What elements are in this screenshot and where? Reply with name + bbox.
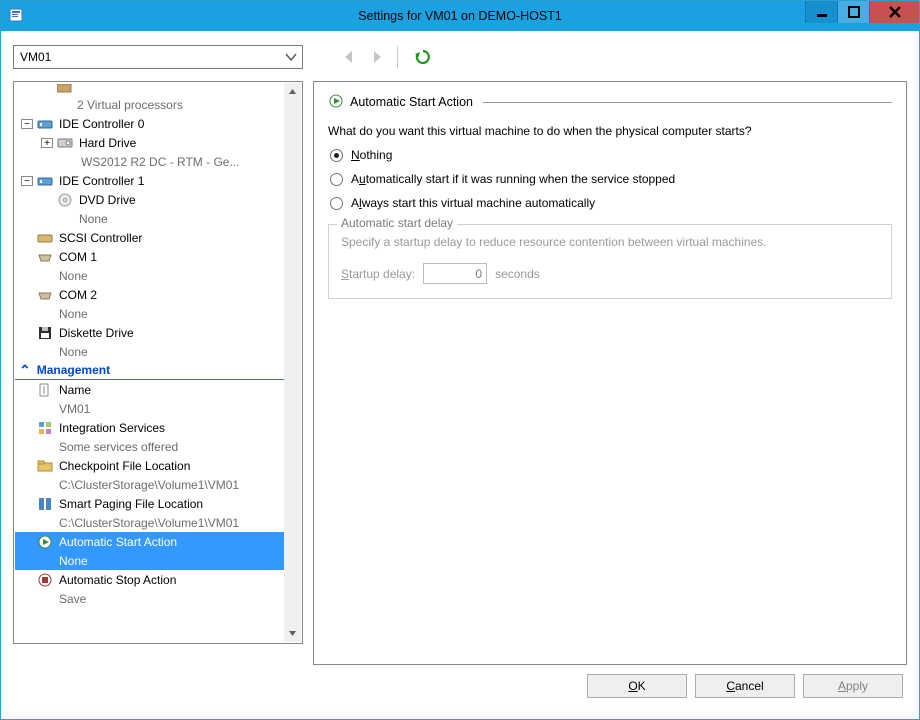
- detail-panel: Automatic Start Action What do you want …: [313, 81, 907, 665]
- vm-selector-value: VM01: [20, 50, 51, 64]
- tree-item-name-sub: VM01: [15, 399, 284, 418]
- tree-item-com2-sub: None: [15, 304, 284, 323]
- tree-item-smartpaging[interactable]: Smart Paging File Location: [15, 494, 284, 513]
- detail-title: Automatic Start Action: [350, 95, 473, 109]
- start-delay-groupbox: Automatic start delay Specify a startup …: [328, 224, 892, 299]
- diskette-icon: [37, 325, 53, 341]
- content-area: VM01: [1, 31, 919, 719]
- tree-item-hard-drive[interactable]: + Hard Drive: [15, 133, 284, 152]
- dialog-buttons: OK Cancel Apply: [13, 665, 907, 707]
- tree-item-ide1[interactable]: − IDE Controller 1: [15, 171, 284, 190]
- window-title: Settings for VM01 on DEMO-HOST1: [358, 9, 562, 23]
- autostop-icon: [37, 572, 53, 588]
- paging-icon: [37, 496, 53, 512]
- tree-item-com2[interactable]: COM 2: [15, 285, 284, 304]
- hard-drive-icon: [57, 135, 73, 151]
- autostart-icon: [37, 534, 53, 550]
- autostart-title-icon: [328, 93, 344, 112]
- groupbox-legend: Automatic start delay: [337, 216, 457, 230]
- tree-item-com1-sub: None: [15, 266, 284, 285]
- scsi-icon: [37, 230, 53, 246]
- tree-item-autostop-sub: Save: [15, 589, 284, 608]
- radio-icon[interactable]: [330, 149, 343, 162]
- titlebar[interactable]: Settings for VM01 on DEMO-HOST1: [1, 1, 919, 31]
- nav-forward-button[interactable]: [367, 47, 387, 67]
- tree-item-autostop[interactable]: Automatic Stop Action: [15, 570, 284, 589]
- tree-item-scsi[interactable]: SCSI Controller: [15, 228, 284, 247]
- management-header[interactable]: ⌃ Management: [15, 361, 284, 380]
- radio-icon[interactable]: [330, 197, 343, 210]
- tree-item-integration-services[interactable]: Integration Services: [15, 418, 284, 437]
- scrollbar-down-button[interactable]: [284, 625, 301, 642]
- refresh-button[interactable]: [412, 46, 434, 68]
- collapse-icon[interactable]: −: [21, 119, 33, 129]
- vm-selector[interactable]: VM01: [13, 45, 303, 69]
- tree-item-dvd-sub: None: [15, 209, 284, 228]
- startup-delay-unit: seconds: [495, 267, 540, 281]
- name-icon: [37, 382, 53, 398]
- groupbox-description: Specify a startup delay to reduce resour…: [341, 235, 879, 249]
- tree-item-smartpaging-sub: C:\ClusterStorage\Volume1\VM01: [15, 513, 284, 532]
- startup-delay-input[interactable]: [423, 263, 487, 284]
- expand-icon[interactable]: +: [41, 138, 53, 148]
- radio-nothing-label: othing: [360, 148, 393, 162]
- ok-button[interactable]: OK: [587, 674, 687, 698]
- tree-item-name[interactable]: Name: [15, 380, 284, 399]
- tree-item-checkpoint-sub: C:\ClusterStorage\Volume1\VM01: [15, 475, 284, 494]
- tree-item-integration-sub: Some services offered: [15, 437, 284, 456]
- question-text: What do you want this virtual machine to…: [328, 124, 892, 138]
- tree-scrollbar[interactable]: [284, 83, 301, 642]
- com-port-icon: [37, 249, 53, 265]
- radio-nothing[interactable]: Nothing: [330, 148, 892, 162]
- maximize-button[interactable]: [837, 1, 869, 23]
- section-collapse-icon: ⌃: [19, 362, 31, 379]
- dvd-icon: [57, 192, 73, 208]
- section-rule: [483, 102, 892, 103]
- radio-icon[interactable]: [330, 173, 343, 186]
- collapse-icon[interactable]: −: [21, 176, 33, 186]
- scrollbar-up-button[interactable]: [284, 83, 301, 100]
- integration-icon: [37, 420, 53, 436]
- tree-item-diskette[interactable]: Diskette Drive: [15, 323, 284, 342]
- cpu-icon: [57, 83, 73, 95]
- toolbar-separator: [397, 46, 398, 68]
- tree-item-com1[interactable]: COM 1: [15, 247, 284, 266]
- controller-icon: [37, 173, 53, 189]
- toolbar: VM01: [13, 41, 907, 73]
- minimize-button[interactable]: [805, 1, 837, 23]
- settings-tree[interactable]: 2 Virtual processors − IDE Controller 0 …: [15, 83, 284, 642]
- chevron-down-icon: [284, 50, 298, 67]
- startup-delay-label: Startup delay:: [341, 267, 415, 281]
- radio-always[interactable]: Always start this virtual machine automa…: [330, 196, 892, 210]
- nav-back-button[interactable]: [339, 47, 359, 67]
- tree-item-checkpoint[interactable]: Checkpoint File Location: [15, 456, 284, 475]
- settings-tree-panel: 2 Virtual processors − IDE Controller 0 …: [13, 81, 303, 644]
- controller-icon: [37, 116, 53, 132]
- close-button[interactable]: [869, 1, 919, 23]
- apply-button[interactable]: Apply: [803, 674, 903, 698]
- com-port-icon: [37, 287, 53, 303]
- tree-item-autostart[interactable]: Automatic Start Action None: [15, 532, 284, 570]
- window: Settings for VM01 on DEMO-HOST1 VM01: [0, 0, 920, 720]
- tree-item-ide0[interactable]: − IDE Controller 0: [15, 114, 284, 133]
- tree-item-hard-drive-sub: WS2012 R2 DC - RTM - Ge...: [15, 152, 284, 171]
- cancel-button[interactable]: Cancel: [695, 674, 795, 698]
- tree-item-diskette-sub: None: [15, 342, 284, 361]
- radio-auto-if-running[interactable]: Automatically start if it was running wh…: [330, 172, 892, 186]
- app-icon: [9, 7, 25, 26]
- tree-item-processors[interactable]: [15, 83, 284, 95]
- tree-item-dvd[interactable]: DVD Drive: [15, 190, 284, 209]
- tree-item-processors-sub: 2 Virtual processors: [15, 95, 284, 114]
- checkpoint-icon: [37, 458, 53, 474]
